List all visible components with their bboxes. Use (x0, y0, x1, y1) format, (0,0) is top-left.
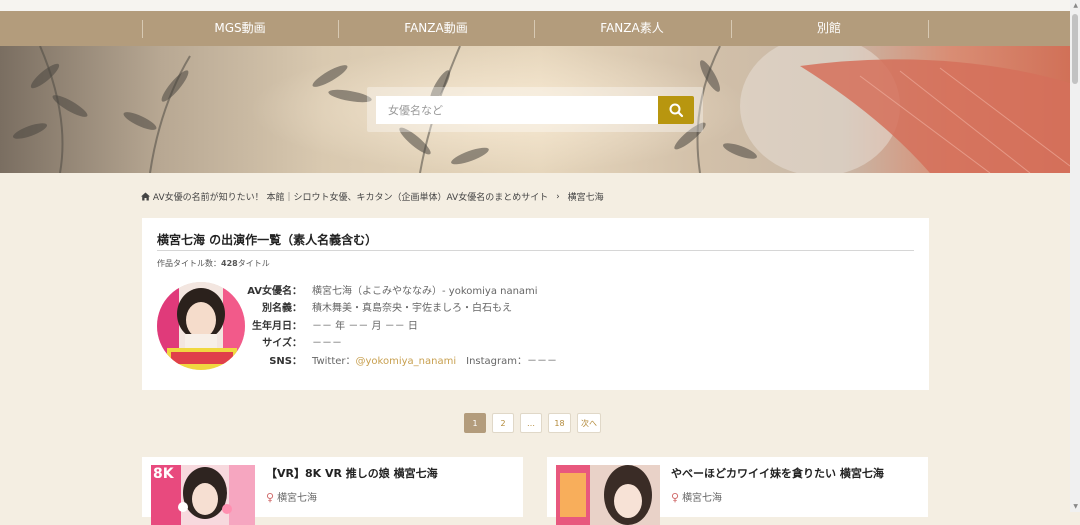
pagination-page-1[interactable]: 1 (464, 413, 486, 433)
product-title[interactable]: 【VR】8K VR 推しの娘 横宮七海 (266, 465, 438, 481)
top-navigation: MGS動画 FANZA動画 FANZA素人 別館 (0, 11, 1080, 46)
info-label: 別名義： (262, 303, 302, 314)
product-title[interactable]: やべーほどカワイイ妹を貪りたい 横宮七海 (671, 465, 884, 481)
pagination-ellipsis: … (520, 413, 542, 433)
scroll-down-arrow-icon[interactable]: ▼ (1073, 503, 1078, 510)
product-actress[interactable]: ♀ 横宮七海 (671, 489, 722, 504)
info-label: サイズ： (262, 338, 302, 349)
search-icon (669, 103, 684, 118)
title-count: 作品タイトル数：428タイトル (157, 258, 270, 269)
nav-item-annex[interactable]: 別館 (731, 11, 927, 46)
info-value: －－－ (312, 338, 342, 349)
product-thumbnail[interactable]: 8K (151, 465, 255, 525)
info-value: －－ 年 －－ 月 －－ 日 (312, 321, 418, 332)
twitter-prefix: Twitter： (312, 356, 356, 367)
breadcrumb-current: 横宮七海 (567, 193, 604, 203)
info-value: 横宮七海（よこみやななみ）- yokomiya nanami (312, 286, 538, 297)
product-actress[interactable]: ♀ 横宮七海 (266, 489, 317, 504)
instagram-value: Instagram：－－－ (466, 356, 557, 367)
nav-item-mgs[interactable]: MGS動画 (142, 11, 338, 46)
search-input[interactable] (376, 96, 658, 124)
actress-photo (157, 282, 245, 370)
home-icon (141, 192, 150, 201)
product-thumbnail[interactable] (556, 465, 660, 525)
info-row-birthday: 生年月日： －－ 年 －－ 月 －－ 日 (240, 317, 418, 333)
info-row-sns: SNS： Twitter：@yokomiya_nanami Instagram：－－… (240, 352, 557, 368)
actress-avatar (157, 282, 245, 370)
title-count-value: 428 (221, 259, 238, 268)
scrollbar-thumb[interactable] (1072, 14, 1078, 84)
product-card[interactable]: やべーほどカワイイ妹を貪りたい 横宮七海 ♀ 横宮七海 (547, 457, 928, 525)
info-value: 積木舞美・真島奈央・宇佐ましろ・白石もえ (312, 303, 512, 314)
product-image (556, 465, 660, 525)
pagination-next[interactable]: 次へ (577, 413, 601, 433)
nav-item-fanza-amateur[interactable]: FANZA素人 (534, 11, 730, 46)
twitter-link[interactable]: @yokomiya_nanami (356, 356, 457, 367)
product-actress-name: 横宮七海 (682, 493, 723, 504)
info-label: AV女優名： (247, 286, 302, 297)
product-actress-name: 横宮七海 (277, 493, 318, 504)
info-row-size: サイズ： －－－ (240, 334, 342, 350)
breadcrumb-separator: › (556, 191, 560, 202)
breadcrumb-home-link[interactable]: AV女優の名前が知りたい！ 本館｜シロウト女優、キカタン（企画単体）AV女優名の… (153, 193, 548, 203)
info-row-alias: 別名義： 積木舞美・真島奈央・宇佐ましろ・白石もえ (240, 299, 512, 315)
scroll-up-arrow-icon[interactable]: ▲ (1073, 2, 1078, 9)
thumbnail-badge: 8K (153, 466, 174, 482)
nav-separator (928, 20, 929, 38)
top-strip (0, 0, 1080, 11)
title-count-prefix: 作品タイトル数： (157, 259, 221, 268)
profile-card: 横宮七海 の出演作一覧（素人名義含む） 作品タイトル数：428タイトル AV女優… (142, 218, 929, 390)
product-card[interactable]: 8K 【VR】8K VR 推しの娘 横宮七海 ♀ 横宮七海 (142, 457, 523, 525)
info-label: SNS： (269, 356, 302, 367)
info-label: 生年月日： (252, 321, 302, 332)
info-row-name: AV女優名： 横宮七海（よこみやななみ）- yokomiya nanami (240, 282, 538, 298)
nav-item-fanza-video[interactable]: FANZA動画 (338, 11, 534, 46)
search-button[interactable] (658, 96, 694, 124)
title-count-suffix: タイトル (237, 259, 270, 268)
pagination-page-last[interactable]: 18 (548, 413, 571, 433)
scrollbar[interactable]: ▲ ▼ (1070, 0, 1080, 512)
female-icon: ♀ (266, 491, 275, 504)
page-title: 横宮七海 の出演作一覧（素人名義含む） (157, 233, 378, 247)
divider (157, 250, 914, 251)
female-icon: ♀ (671, 491, 680, 504)
pagination-page-2[interactable]: 2 (492, 413, 514, 433)
breadcrumb: AV女優の名前が知りたい！ 本館｜シロウト女優、キカタン（企画単体）AV女優名の… (141, 190, 604, 203)
